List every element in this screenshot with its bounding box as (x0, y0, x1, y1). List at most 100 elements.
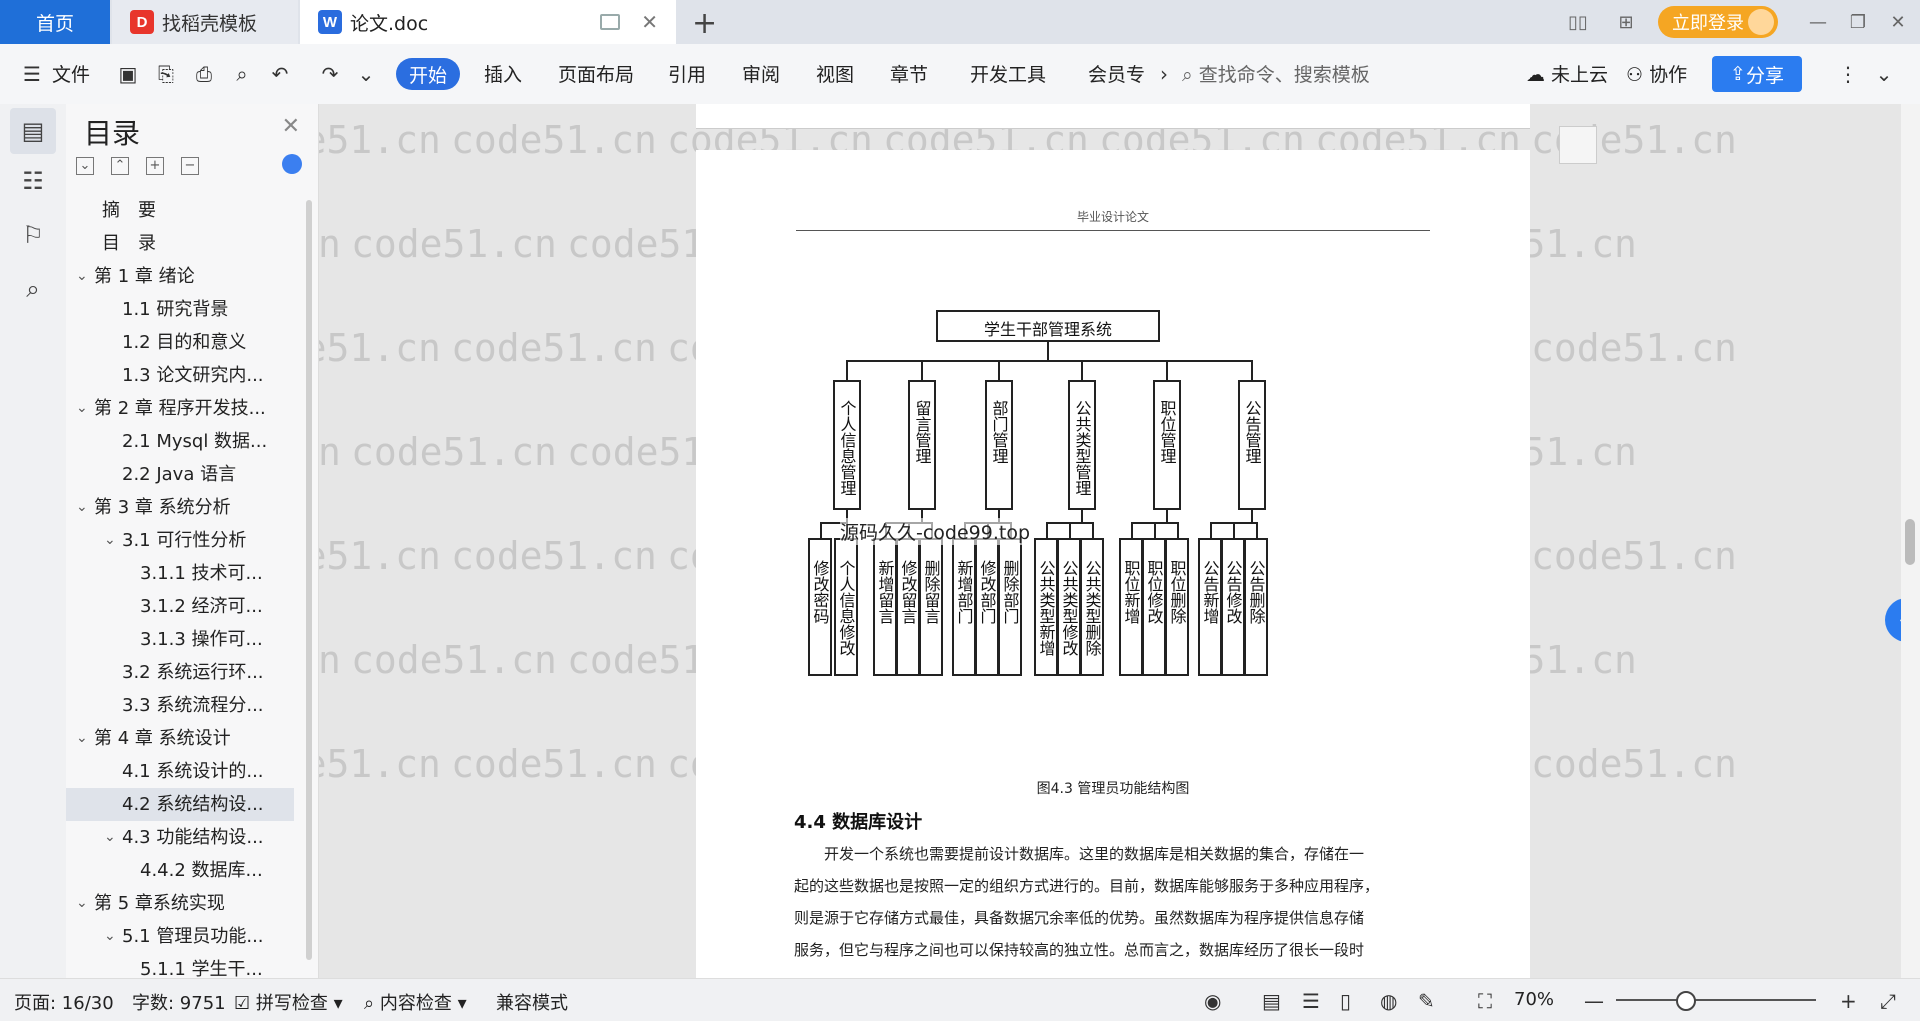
fullscreen-icon[interactable]: ⤢ (1880, 989, 1896, 1013)
content-check[interactable]: ⌕ 内容检查 ▾ (364, 989, 467, 1015)
undo-icon[interactable]: ↶ (268, 62, 292, 86)
toc-item[interactable]: 4.2 系统结构设... (66, 788, 294, 821)
hamburger-icon[interactable]: ☰ (20, 62, 44, 86)
more-options-icon[interactable]: ⋮ (1836, 62, 1860, 86)
add-heading-icon[interactable]: + (146, 157, 164, 175)
toc-item[interactable]: ⌄ 第 1 章 绪论 (66, 260, 294, 293)
document-page[interactable]: 毕业设计论文 学生干部管理系统 个人信息管理 修改密码 个人信息修改 留言管理 新增留言修… (696, 150, 1530, 978)
menu-view[interactable]: 视图 (816, 60, 854, 87)
toc-item[interactable]: 1.1 研究背景 (66, 293, 294, 326)
toc-item[interactable]: ⌄ 4.3 功能结构设... (66, 821, 294, 854)
collapse-all-icon[interactable]: ⌃ (111, 157, 129, 175)
cloud-status[interactable]: ☁ 未上云 (1526, 60, 1608, 87)
restore-icon[interactable]: ❐ (1836, 0, 1880, 44)
chevron-down-icon[interactable]: ⌄ (76, 722, 88, 755)
word-count[interactable]: 字数: 9751 (132, 989, 226, 1015)
menu-review[interactable]: 审阅 (742, 60, 780, 87)
print-icon[interactable]: ⎙ (192, 62, 216, 86)
chevron-down-icon[interactable]: ⌄ (76, 392, 88, 425)
toc-item[interactable]: ⌄ 5.1 管理员功能... (66, 920, 294, 953)
spell-check[interactable]: ☑ 拼写检查 ▾ (234, 989, 343, 1015)
navigation-icon[interactable]: ☷ (10, 158, 56, 204)
fit-page-icon[interactable]: ⛶ (1478, 989, 1492, 1013)
search-icon[interactable]: ⌕ (10, 266, 56, 312)
pen-icon[interactable]: ✎ (1418, 989, 1435, 1013)
layout-icon[interactable]: ▯▯ (1556, 0, 1600, 44)
zoom-in-icon[interactable]: + (1840, 989, 1857, 1013)
collab-button[interactable]: ⚇ 协作 (1626, 60, 1687, 87)
menu-insert[interactable]: 插入 (484, 60, 522, 87)
chevron-down-icon[interactable]: ⌄ (354, 62, 378, 86)
window-pin-icon[interactable] (600, 14, 620, 30)
chevron-down-icon[interactable]: ⌄ (104, 920, 116, 953)
menu-file[interactable]: 文件 (52, 60, 90, 87)
zoom-level[interactable]: 70% (1514, 989, 1554, 1010)
toc-item[interactable]: ⌄ 3.1 可行性分析 (66, 524, 294, 557)
zoom-slider-knob[interactable] (1676, 991, 1696, 1011)
toc-item[interactable]: 5.1.1 学生干... (66, 953, 294, 978)
toc-item[interactable]: ⌄ 第 5 章系统实现 (66, 887, 294, 920)
toc-item[interactable]: 4.4.2 数据库... (66, 854, 294, 887)
page-indicator[interactable]: 页面: 16/30 (14, 989, 114, 1015)
redo-icon[interactable]: ↷ (318, 62, 342, 86)
menu-chapter[interactable]: 章节 (890, 60, 928, 87)
close-tab-icon[interactable]: ✕ (641, 10, 658, 34)
tab-home[interactable]: 首页 (0, 0, 110, 44)
toc-item[interactable]: 2.1 Mysql 数据... (66, 425, 294, 458)
toc-item[interactable]: ⌄ 第 4 章 系统设计 (66, 722, 294, 755)
toc-item[interactable]: 3.1.1 技术可... (66, 557, 294, 590)
toggle-icon[interactable] (282, 154, 302, 174)
bookmark-icon[interactable]: ⚐ (10, 212, 56, 258)
web-view-icon[interactable]: ◍ (1380, 989, 1397, 1013)
toc-item[interactable]: 3.3 系统流程分... (66, 689, 294, 722)
toc-item[interactable]: 1.2 目的和意义 (66, 326, 294, 359)
toc-item[interactable]: 3.1.2 经济可... (66, 590, 294, 623)
close-window-icon[interactable]: ✕ (1876, 0, 1920, 44)
toc-item[interactable]: 3.2 系统运行环... (66, 656, 294, 689)
chevron-down-icon[interactable]: ⌄ (104, 524, 116, 557)
new-tab-button[interactable]: + (692, 6, 717, 41)
tab-document[interactable]: W 论文.doc ✕ (300, 0, 676, 44)
menu-reference[interactable]: 引用 (668, 60, 706, 87)
minimize-icon[interactable]: — (1796, 0, 1840, 44)
menu-devtools[interactable]: 开发工具 (970, 60, 1046, 87)
chevron-down-icon[interactable]: ⌄ (104, 821, 116, 854)
menu-start[interactable]: 开始 (396, 58, 460, 90)
page-tools-icon[interactable] (1559, 126, 1597, 164)
toc-item[interactable]: ⌄ 第 3 章 系统分析 (66, 491, 294, 524)
menu-layout[interactable]: 页面布局 (558, 60, 634, 87)
tab-docer[interactable]: D 找稻壳模板 (112, 0, 298, 44)
toc-item[interactable]: 2.2 Java 语言 (66, 458, 294, 491)
chevron-down-icon[interactable]: ⌄ (76, 887, 88, 920)
scroll-thumb[interactable] (1905, 519, 1915, 565)
chevron-down-icon[interactable]: ⌄ (76, 491, 88, 524)
toc-item[interactable]: 目 录 (66, 227, 294, 260)
share-button[interactable]: ⇪ 分享 (1712, 56, 1802, 92)
vertical-scrollbar[interactable] (1901, 104, 1920, 978)
zoom-slider[interactable] (1616, 999, 1816, 1001)
toc-item[interactable]: 3.1.3 操作可... (66, 623, 294, 656)
expand-all-icon[interactable]: ⌄ (76, 157, 94, 175)
reading-view-icon[interactable]: ▯ (1340, 989, 1351, 1013)
eye-protection-icon[interactable]: ◉ (1204, 989, 1221, 1013)
toc-panel-icon[interactable]: ▤ (10, 108, 56, 154)
apps-grid-icon[interactable]: ⊞ (1604, 0, 1648, 44)
export-pdf-icon[interactable]: ⎘ (154, 62, 178, 86)
page-view-icon[interactable]: ▤ (1262, 989, 1281, 1013)
toc-item[interactable]: 摘 要 (66, 194, 294, 227)
login-button[interactable]: 立即登录 (1658, 6, 1778, 38)
print-preview-icon[interactable]: ⌕ (230, 62, 254, 86)
toc-item[interactable]: 4.1 系统设计的... (66, 755, 294, 788)
menu-member[interactable]: 会员专 (1088, 60, 1145, 87)
outline-view-icon[interactable]: ☰ (1302, 989, 1320, 1013)
close-icon[interactable]: ✕ (282, 114, 300, 139)
more-tabs-chevron-icon[interactable]: › (1152, 62, 1176, 86)
remove-heading-icon[interactable]: − (181, 157, 199, 175)
toc-scrollbar[interactable] (306, 200, 312, 960)
toc-item[interactable]: 1.3 论文研究内... (66, 359, 294, 392)
chevron-down-icon[interactable]: ⌄ (76, 260, 88, 293)
command-search[interactable]: ⌕ 查找命令、搜索模板 (1182, 60, 1370, 87)
collapse-ribbon-icon[interactable]: ⌄ (1872, 62, 1896, 86)
toc-item[interactable]: ⌄ 第 2 章 程序开发技... (66, 392, 294, 425)
expand-panel-button[interactable]: ‹ (1885, 598, 1901, 642)
